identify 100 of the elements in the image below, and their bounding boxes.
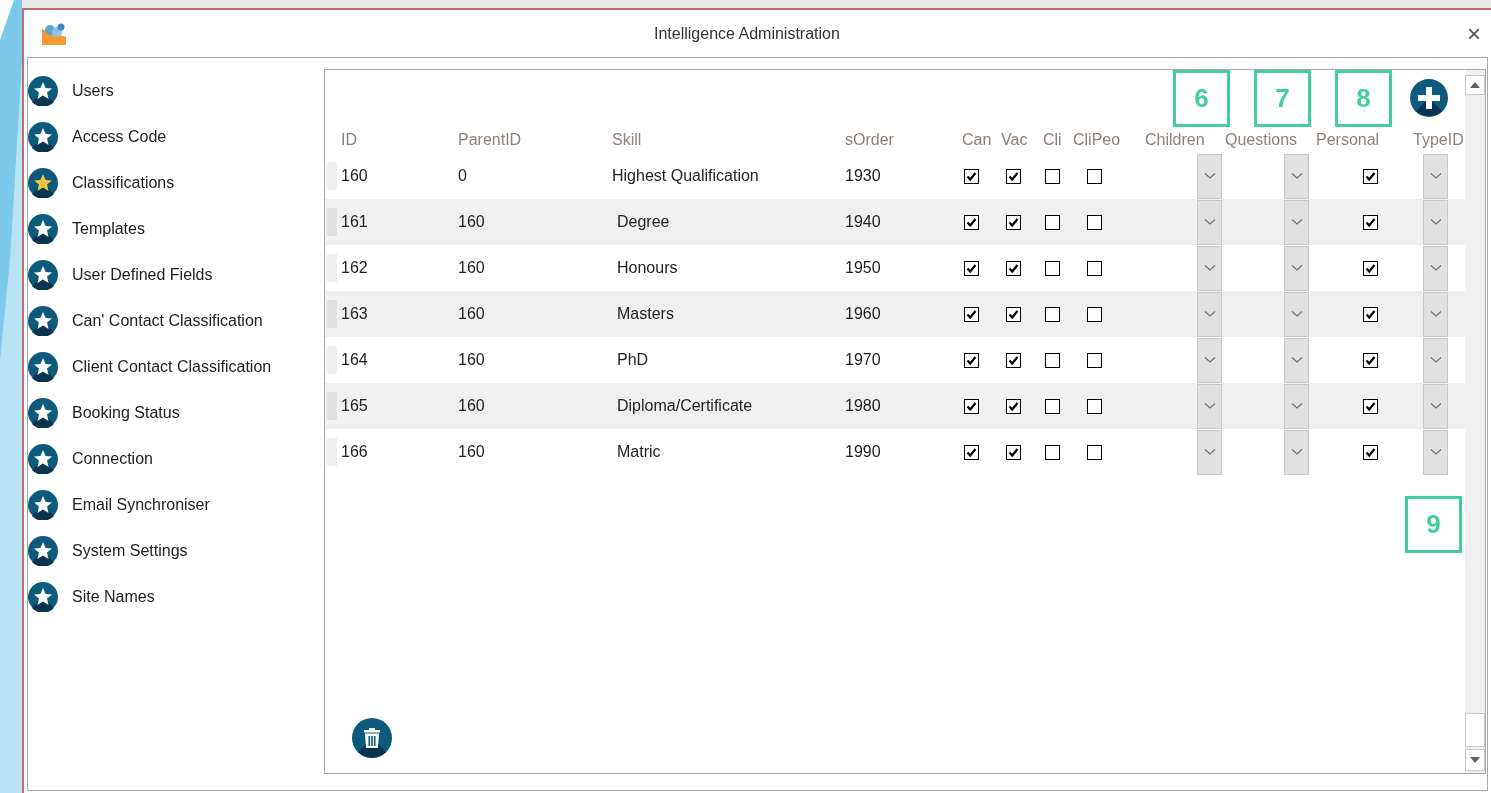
table-cell-text: PhD [616,350,650,370]
checkbox[interactable] [964,168,979,184]
trash-icon[interactable] [352,718,392,758]
table-cell-text: 166 [340,442,369,462]
table-cell-text: 162 [340,258,369,278]
column-header: Vac [1000,130,1029,150]
chevron-down-icon [1429,264,1442,272]
column-header: Personal [1315,130,1381,150]
checkbox[interactable] [1006,444,1021,460]
table-cell-text: 160 [457,442,486,462]
checkbox[interactable] [1363,260,1378,276]
scroll-down-button[interactable] [1465,749,1485,771]
sidebar-item[interactable]: Templates [28,214,324,244]
sidebar-item[interactable]: Can' Contact Classification [28,306,324,336]
checkbox[interactable] [1087,352,1102,368]
table-cell-text: 165 [340,396,369,416]
column-header: ParentID [457,130,523,150]
checkbox[interactable] [1006,214,1021,230]
chevron-down-icon [1203,310,1216,318]
table-cell-text: 160 [457,396,486,416]
table-cell-text: 1980 [844,396,882,416]
sidebar-item[interactable]: Access Code [28,122,324,152]
chevron-down-icon [1429,356,1442,364]
callout-label: 9 [1405,496,1462,553]
table-cell-text: Highest Qualification [611,166,760,186]
chevron-down-icon [1290,402,1303,410]
table-cell-text: 0 [457,166,468,186]
column-header: sOrder [844,130,895,150]
sidebar-item[interactable]: Email Synchroniser [28,490,324,520]
checkbox[interactable] [964,352,979,368]
checkbox[interactable] [964,398,979,414]
checkbox[interactable] [1087,398,1102,414]
column-header: Can [961,130,993,150]
column-header: Children [1144,130,1206,150]
checkbox[interactable] [1045,168,1060,184]
column-header: Cli [1042,130,1063,150]
checkbox[interactable] [1087,260,1102,276]
sidebar-item[interactable]: Client Contact Classification [28,352,324,382]
column-header: Skill [611,130,643,150]
checkbox[interactable] [1363,306,1378,322]
table-cell-text: 1960 [844,304,882,324]
table-cell-text: 1940 [844,212,882,232]
checkbox[interactable] [1045,214,1060,230]
table-cell-text: Honours [616,258,679,278]
chevron-down-icon [1429,448,1442,456]
checkbox[interactable] [964,260,979,276]
table-cell-text: Masters [616,304,675,324]
sidebar-item[interactable]: Booking Status [28,398,324,428]
chevron-down-icon [1429,310,1442,318]
table-cell-text: 1990 [844,442,882,462]
checkbox[interactable] [964,444,979,460]
chevron-down-icon [1203,172,1216,180]
table-cell-text: 160 [457,304,486,324]
checkbox[interactable] [1087,168,1102,184]
checkbox[interactable] [1363,352,1378,368]
chevron-down-icon [1203,264,1216,272]
close-button[interactable]: × [1467,21,1481,46]
checkbox[interactable] [1087,306,1102,322]
add-icon[interactable] [1410,79,1448,117]
table-cell-text: 163 [340,304,369,324]
checkbox[interactable] [1006,398,1021,414]
sidebar-item[interactable]: Site Names [28,582,324,612]
checkbox[interactable] [1045,444,1060,460]
sidebar-item[interactable]: Connection [28,444,324,474]
table-cell-text: 164 [340,350,369,370]
checkbox[interactable] [964,306,979,322]
scroll-thumb[interactable] [1465,713,1485,747]
table-cell-text: 160 [340,166,369,186]
checkbox[interactable] [1006,168,1021,184]
checkbox[interactable] [1087,214,1102,230]
chevron-down-icon [1429,172,1442,180]
sidebar-item[interactable]: Users [28,76,324,106]
checkbox[interactable] [1363,398,1378,414]
sidebar-item[interactable]: User Defined Fields [28,260,324,290]
checkbox[interactable] [1006,352,1021,368]
table-cell-text: 160 [457,350,486,370]
checkbox[interactable] [1045,306,1060,322]
checkbox[interactable] [1087,444,1102,460]
checkbox[interactable] [1045,352,1060,368]
callout-label: 8 [1335,70,1392,127]
callout-label: 6 [1173,70,1230,127]
checkbox[interactable] [964,214,979,230]
scrollbar[interactable] [1465,70,1485,773]
table-cell-text: 1950 [844,258,882,278]
checkbox[interactable] [1363,168,1378,184]
chevron-down-icon [1290,310,1303,318]
checkbox[interactable] [1006,306,1021,322]
checkbox[interactable] [1045,260,1060,276]
chevron-down-icon [1203,448,1216,456]
sidebar-item[interactable]: System Settings [28,536,324,566]
chevron-down-icon [1429,218,1442,226]
checkbox[interactable] [1006,260,1021,276]
checkbox[interactable] [1363,214,1378,230]
scroll-up-button[interactable] [1465,75,1485,95]
checkbox[interactable] [1045,398,1060,414]
chevron-down-icon [1203,356,1216,364]
chevron-down-icon [1290,448,1303,456]
checkbox[interactable] [1363,444,1378,460]
window-title: Intelligence Administration [654,23,840,44]
table-cell-text: Diploma/Certificate [616,396,754,416]
